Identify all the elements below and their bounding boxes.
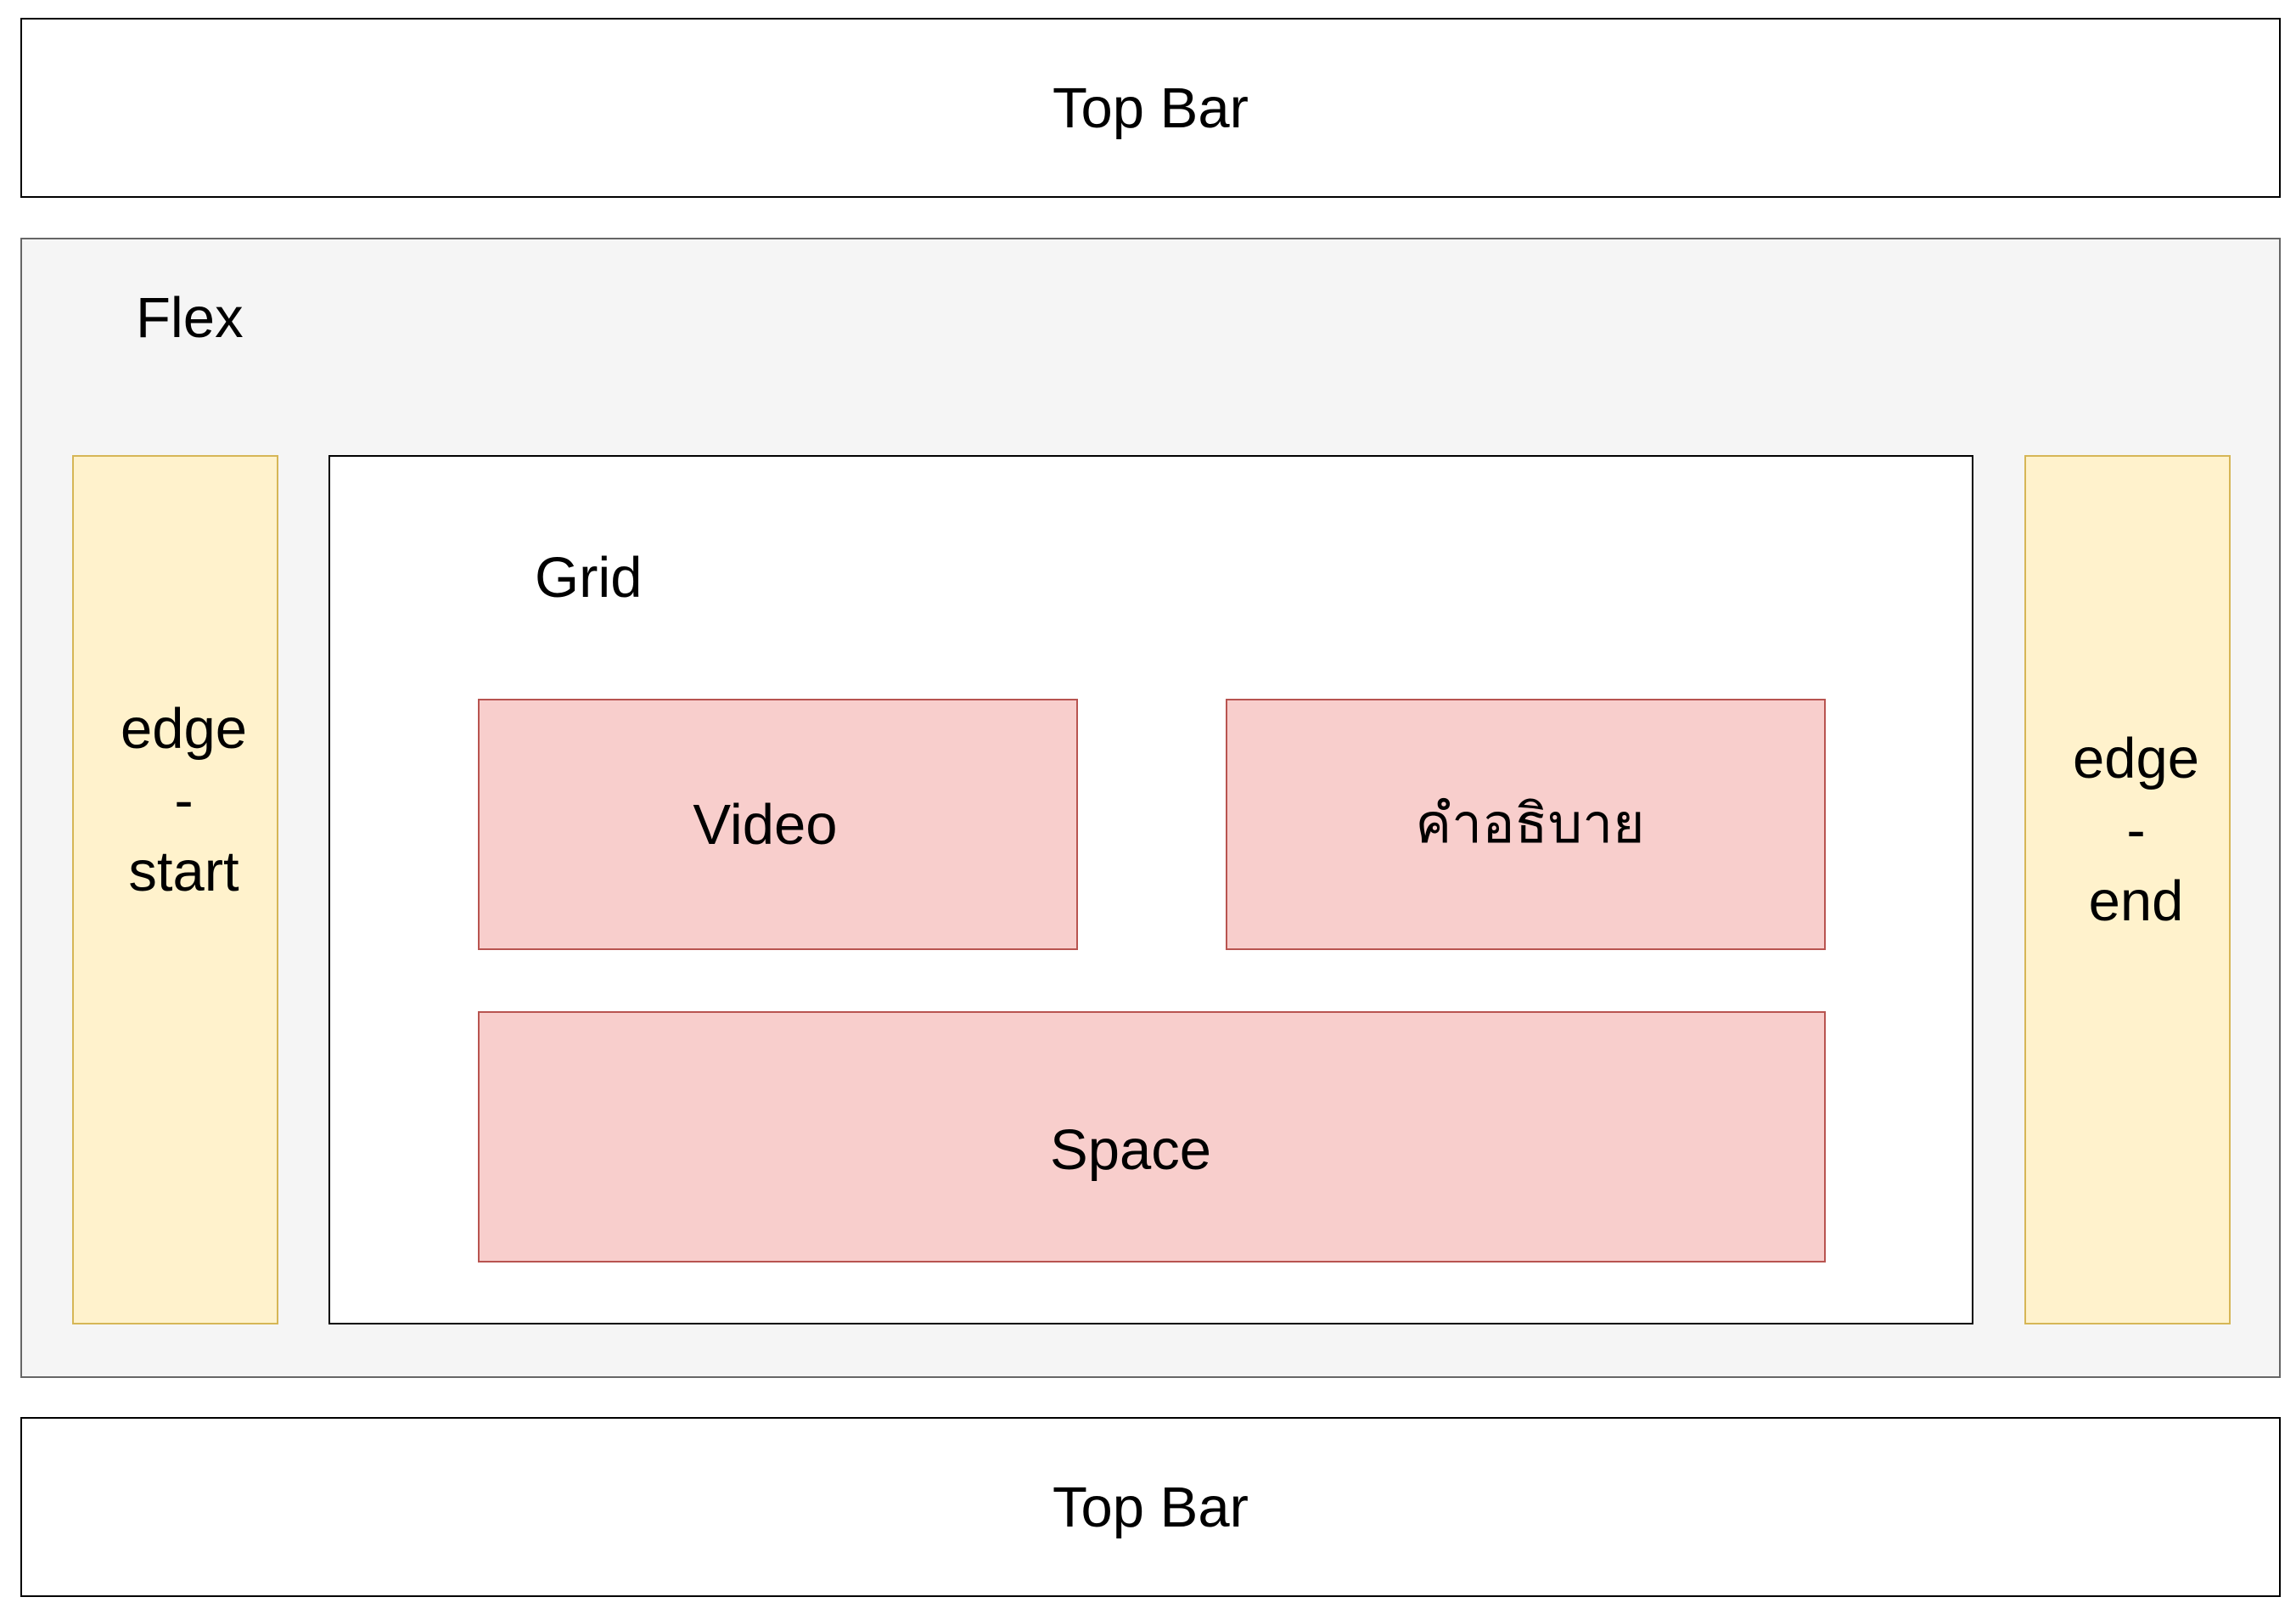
edge-start-line-2: - xyxy=(174,768,194,832)
edge-start-column: edge - start xyxy=(72,455,278,1324)
edge-end-line-3: end xyxy=(2088,869,2184,933)
flex-label: Flex xyxy=(136,286,244,350)
edge-end-line-2: - xyxy=(2126,798,2146,862)
top-bar: Top Bar xyxy=(20,18,2281,198)
description-cell: คำอธิบาย xyxy=(1226,699,1826,950)
video-cell: Video xyxy=(478,699,1078,950)
edge-start-line-1: edge xyxy=(120,697,248,761)
top-bar-label: Top Bar xyxy=(1053,76,1249,140)
edge-end-column: edge - end xyxy=(2024,455,2231,1324)
space-cell: Space xyxy=(478,1011,1826,1263)
description-label: คำอธิบาย xyxy=(1415,793,1645,856)
bottom-bar: Top Bar xyxy=(20,1417,2281,1597)
edge-end-line-1: edge xyxy=(2072,727,2200,790)
video-label: Video xyxy=(693,792,838,857)
grid-label: Grid xyxy=(535,546,643,610)
bottom-bar-label: Top Bar xyxy=(1053,1475,1249,1539)
edge-start-line-3: start xyxy=(128,840,239,903)
space-label: Space xyxy=(1050,1117,1211,1182)
